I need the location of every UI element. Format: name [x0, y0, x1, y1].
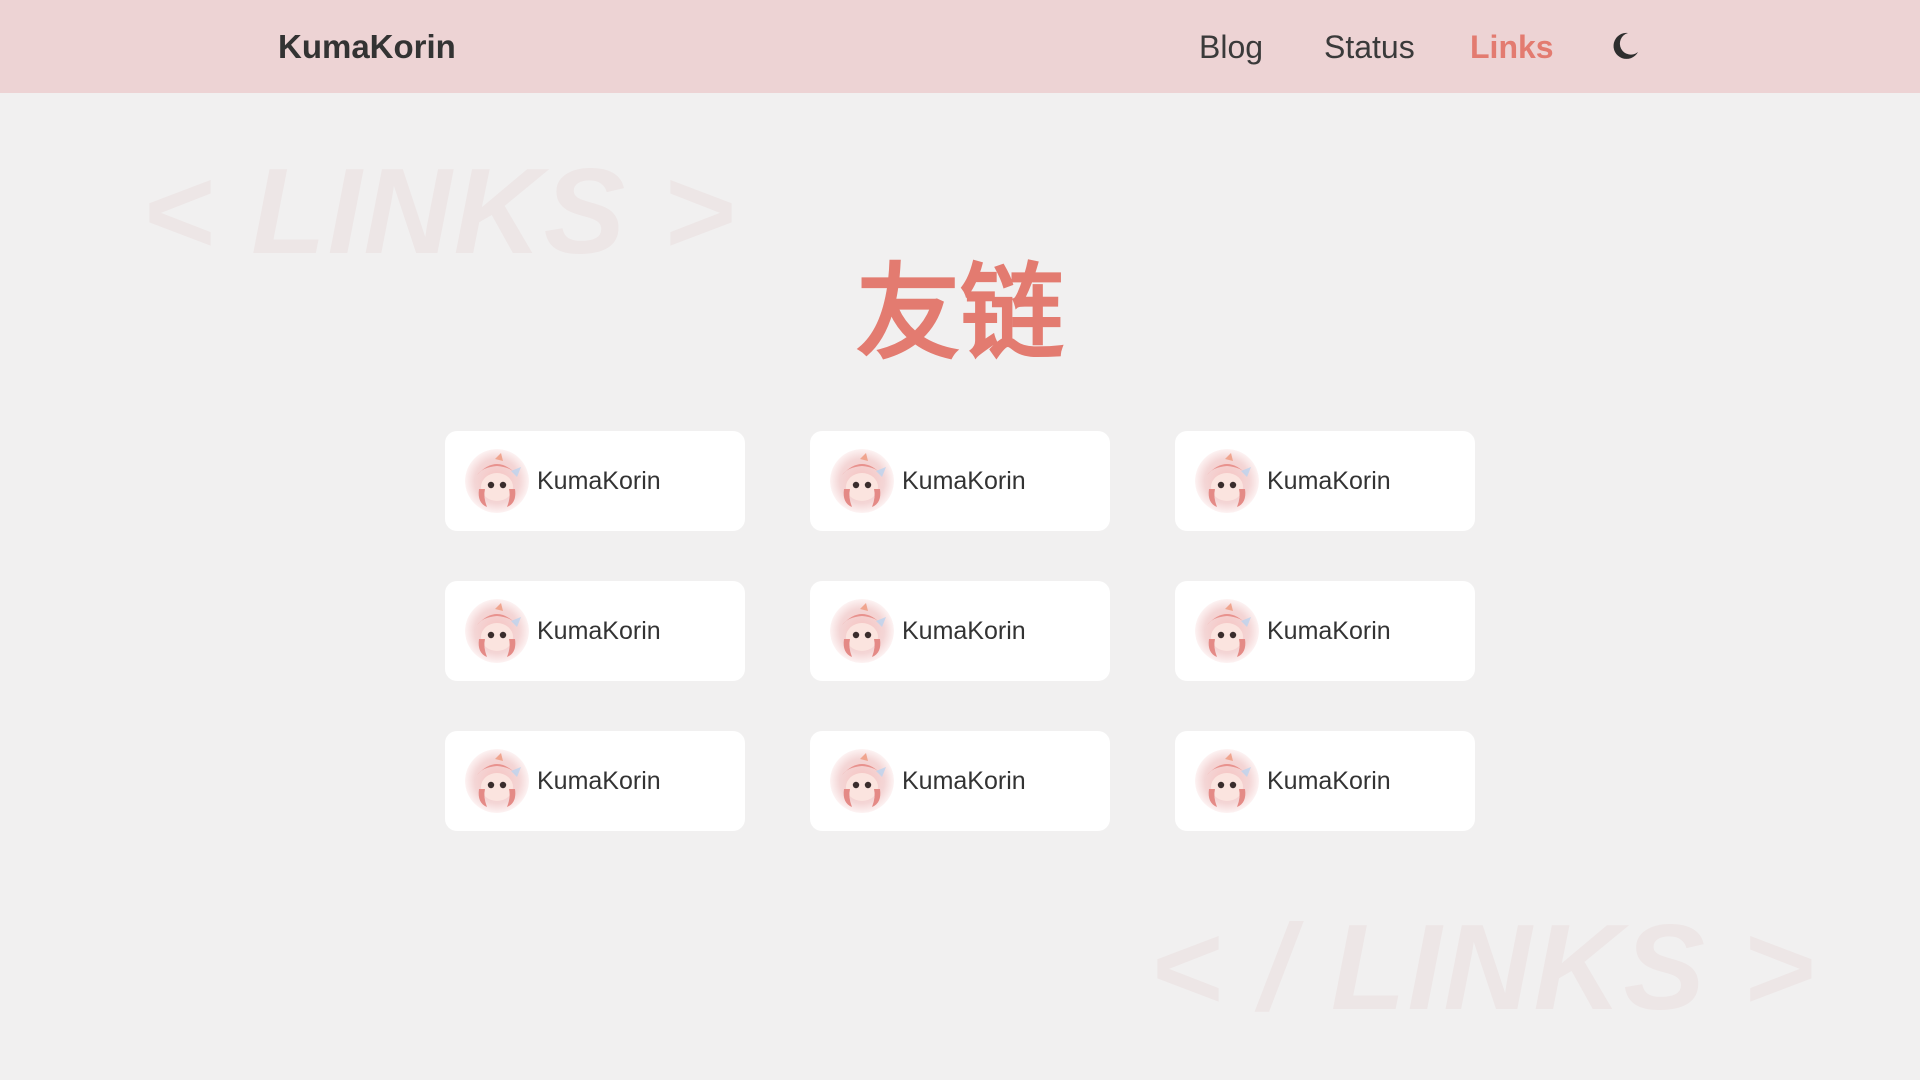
watermark-bottom: < / LINKS >	[1150, 899, 1817, 1035]
friend-link-name: KumaKorin	[537, 767, 661, 795]
avatar	[1195, 449, 1259, 513]
avatar	[465, 449, 529, 513]
friend-link-name: KumaKorin	[1267, 617, 1391, 645]
friend-link-name: KumaKorin	[1267, 467, 1391, 495]
friend-links-grid: KumaKorin KumaKorin KumaKorin KumaKorin Kuma…	[445, 431, 1475, 831]
moon-icon	[1613, 32, 1638, 59]
site-brand-link[interactable]: KumaKorin	[278, 27, 456, 67]
avatar	[830, 449, 894, 513]
avatar	[830, 749, 894, 813]
avatar	[1195, 749, 1259, 813]
friend-link-card[interactable]: KumaKorin	[810, 731, 1110, 831]
friend-link-card[interactable]: KumaKorin	[810, 581, 1110, 681]
friend-link-card[interactable]: KumaKorin	[445, 731, 745, 831]
page-title: 友链	[855, 256, 1064, 372]
site-header: KumaKorin Blog Status Links	[0, 0, 1920, 93]
friend-link-name: KumaKorin	[902, 467, 1026, 495]
friend-link-card[interactable]: KumaKorin	[810, 431, 1110, 531]
avatar	[465, 749, 529, 813]
friend-link-name: KumaKorin	[537, 467, 661, 495]
theme-toggle-button[interactable]	[1607, 28, 1643, 64]
nav-link-status[interactable]: Status	[1324, 27, 1415, 67]
nav-link-links[interactable]: Links	[1470, 27, 1554, 67]
friend-link-card[interactable]: KumaKorin	[445, 581, 745, 681]
friend-link-name: KumaKorin	[902, 767, 1026, 795]
avatar	[830, 599, 894, 663]
friend-link-card[interactable]: KumaKorin	[1175, 731, 1475, 831]
avatar	[1195, 599, 1259, 663]
friend-link-card[interactable]: KumaKorin	[1175, 431, 1475, 531]
friend-link-name: KumaKorin	[1267, 767, 1391, 795]
friend-link-card[interactable]: KumaKorin	[1175, 581, 1475, 681]
friend-link-name: KumaKorin	[537, 617, 661, 645]
avatar	[465, 599, 529, 663]
nav-link-blog[interactable]: Blog	[1199, 27, 1263, 67]
links-page: < LINKS > < / LINKS > KumaKorin Blog Sta…	[0, 0, 1920, 1080]
friend-link-name: KumaKorin	[902, 617, 1026, 645]
friend-link-card[interactable]: KumaKorin	[445, 431, 745, 531]
